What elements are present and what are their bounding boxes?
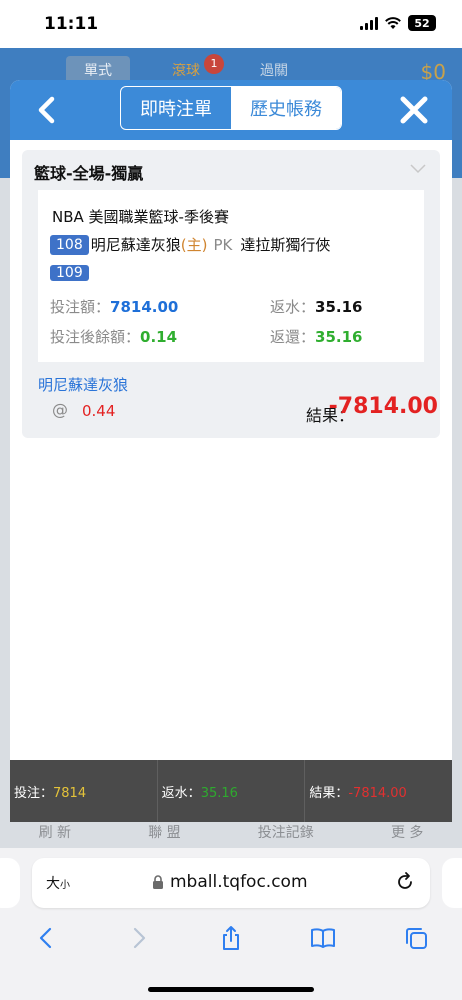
footer-refresh: 刷 新 bbox=[38, 825, 72, 841]
browser-nav bbox=[0, 918, 462, 958]
status-bar: 11:11 52 bbox=[0, 0, 462, 48]
bet-card[interactable]: 籃球-全場-獨贏 NBA 美國職業籃球-季後賽 108 明尼蘇達灰狼 (主) P… bbox=[22, 150, 440, 438]
signal-icon bbox=[360, 16, 378, 30]
balance-value: 0.14 bbox=[140, 328, 178, 346]
back-nav-icon[interactable] bbox=[33, 925, 59, 951]
next-tab-preview[interactable] bbox=[442, 858, 462, 908]
summary-rebate: 返水：35.16 bbox=[158, 760, 306, 822]
lock-icon bbox=[153, 875, 163, 889]
summary-stake-label: 投注： bbox=[14, 786, 54, 801]
background-footer: 刷 新 聯 盟 投注記錄 更 多 bbox=[0, 818, 462, 848]
tabs-icon[interactable] bbox=[403, 925, 429, 951]
back-icon[interactable] bbox=[28, 90, 68, 130]
return-value: 35.16 bbox=[315, 328, 363, 346]
status-time: 11:11 bbox=[44, 14, 99, 34]
return-label: 返還： bbox=[270, 328, 316, 346]
selection: 明尼蘇達灰狼 bbox=[38, 376, 129, 394]
rebate-value: 35.16 bbox=[315, 298, 363, 316]
bookmarks-icon[interactable] bbox=[310, 925, 336, 951]
summary-stake: 投注：7814 bbox=[10, 760, 158, 822]
team-row: 108 明尼蘇達灰狼 (主) PK 達拉斯獨行俠 bbox=[50, 234, 330, 255]
summary-result: 結果：-7814.00 bbox=[305, 760, 452, 822]
result-value: -7814.00 bbox=[328, 394, 438, 419]
stake-field: 投注額：7814.00 bbox=[50, 296, 178, 317]
rebate-field: 返水：35.16 bbox=[270, 296, 362, 317]
modal-header: 即時注單 歷史帳務 bbox=[10, 80, 452, 140]
vs-label: PK bbox=[213, 235, 233, 254]
summary-result-label: 結果： bbox=[309, 786, 349, 801]
summary-result-value: -7814.00 bbox=[348, 786, 407, 801]
tab-history[interactable]: 歷史帳務 bbox=[231, 87, 341, 129]
summary-bar: 投注：7814 返水：35.16 結果：-7814.00 bbox=[10, 760, 452, 822]
summary-rebate-value: 35.16 bbox=[200, 786, 238, 801]
stake-value: 7814.00 bbox=[110, 298, 179, 316]
bet-type: 籃球-全場-獨贏 bbox=[34, 164, 144, 183]
away-number-row: 109 bbox=[50, 262, 91, 283]
match-name: NBA 美國職業籃球-季後賽 bbox=[52, 208, 229, 226]
notification-badge: 1 bbox=[204, 54, 224, 74]
footer-more: 更 多 bbox=[390, 825, 424, 841]
balance-label: 投注後餘額： bbox=[50, 328, 141, 346]
address-bar[interactable]: 大小 mball.tqfoc.com bbox=[32, 858, 430, 908]
home-tag: (主) bbox=[180, 236, 208, 254]
return-field: 返還：35.16 bbox=[270, 326, 362, 347]
balance-field: 投注後餘額：0.14 bbox=[50, 326, 177, 347]
battery-icon: 52 bbox=[408, 15, 436, 31]
previous-tab-preview[interactable] bbox=[0, 858, 20, 908]
odds-at-symbol: @ bbox=[52, 400, 68, 419]
home-indicator bbox=[148, 987, 314, 992]
bet-history-modal: 即時注單 歷史帳務 籃球-全場-獨贏 NBA 美國職業籃球-季後賽 108 明尼… bbox=[10, 80, 452, 820]
url-text: mball.tqfoc.com bbox=[170, 872, 308, 892]
tab-switcher: 即時注單 歷史帳務 bbox=[120, 86, 342, 130]
summary-rebate-label: 返水： bbox=[161, 786, 201, 801]
reload-icon[interactable] bbox=[394, 871, 416, 893]
home-team: 明尼蘇達灰狼 bbox=[90, 236, 181, 254]
footer-bet-records: 投注記錄 bbox=[257, 825, 314, 841]
text-size-button[interactable]: 大小 bbox=[46, 873, 70, 893]
odds-value: 0.44 bbox=[82, 402, 116, 420]
close-icon[interactable] bbox=[394, 90, 434, 130]
chevron-down-icon[interactable] bbox=[410, 162, 426, 174]
away-number-badge: 109 bbox=[50, 265, 89, 281]
wifi-icon bbox=[385, 17, 401, 29]
browser-toolbar: 大小 mball.tqfoc.com bbox=[0, 848, 462, 1000]
rebate-label: 返水： bbox=[270, 298, 316, 316]
bet-detail: NBA 美國職業籃球-季後賽 108 明尼蘇達灰狼 (主) PK 達拉斯獨行俠 … bbox=[38, 190, 424, 362]
home-number-badge: 108 bbox=[50, 234, 89, 255]
forward-nav-icon[interactable] bbox=[126, 925, 152, 951]
summary-stake-value: 7814 bbox=[53, 786, 87, 801]
away-team: 達拉斯獨行俠 bbox=[240, 236, 331, 254]
tab-live-bets[interactable]: 即時注單 bbox=[121, 87, 231, 129]
stake-label: 投注額： bbox=[50, 298, 111, 316]
share-icon[interactable] bbox=[218, 925, 244, 951]
status-icons: 52 bbox=[360, 15, 436, 31]
footer-league: 聯 盟 bbox=[148, 825, 181, 841]
